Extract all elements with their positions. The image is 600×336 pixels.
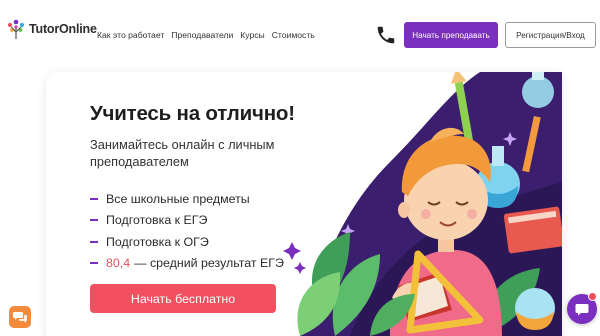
dash-marker <box>90 197 98 200</box>
feature-item: Подготовка к ОГЭ <box>90 231 284 253</box>
main-nav: Как это работает Преподаватели Курсы Сто… <box>97 30 315 40</box>
logo[interactable]: TutorOnline <box>6 18 97 40</box>
nav-item-pricing[interactable]: Стоимость <box>272 30 315 40</box>
register-login-button[interactable]: Регистрация/Вход <box>505 22 596 48</box>
nav-item-courses[interactable]: Курсы <box>240 30 264 40</box>
hero-subtitle: Занимайтесь онлайн с личным преподавател… <box>90 137 275 169</box>
feature-item: Подготовка к ЕГЭ <box>90 210 284 232</box>
notification-badge <box>588 292 597 301</box>
logo-tree-icon <box>7 19 25 39</box>
hero-card: Учитесь на отлично! Занимайтесь онлайн с… <box>46 72 562 336</box>
feature-text: Подготовка к ЕГЭ <box>106 213 208 228</box>
phone-icon[interactable] <box>375 24 397 46</box>
start-free-button[interactable]: Начать бесплатно <box>90 284 276 313</box>
start-teaching-button[interactable]: Начать преподавать <box>404 22 498 48</box>
feature-item-stat: 80,4— средний результат ЕГЭ <box>90 253 284 275</box>
hero-illustration <box>283 72 562 336</box>
hero-title: Учитесь на отлично! <box>90 102 295 125</box>
nav-item-how-it-works[interactable]: Как это работает <box>97 30 164 40</box>
stat-value: 80,4 <box>106 256 131 271</box>
chat-bubbles-icon[interactable] <box>9 306 31 328</box>
feature-list: Все школьные предметы Подготовка к ЕГЭ П… <box>90 188 284 274</box>
logo-text-online: Online <box>59 22 97 36</box>
header: TutorOnline Как это работает Преподавате… <box>0 0 600 70</box>
dash-marker <box>90 240 98 243</box>
nav-item-tutors[interactable]: Преподаватели <box>171 30 233 40</box>
dash-marker <box>90 219 98 222</box>
feature-item: Все школьные предметы <box>90 188 284 210</box>
stat-text: — средний результат ЕГЭ <box>134 256 284 271</box>
dash-marker <box>90 262 98 265</box>
logo-text-tutor: Tutor <box>29 22 60 36</box>
feature-text: Подготовка к ОГЭ <box>106 234 209 249</box>
feature-text: Все школьные предметы <box>106 191 250 206</box>
